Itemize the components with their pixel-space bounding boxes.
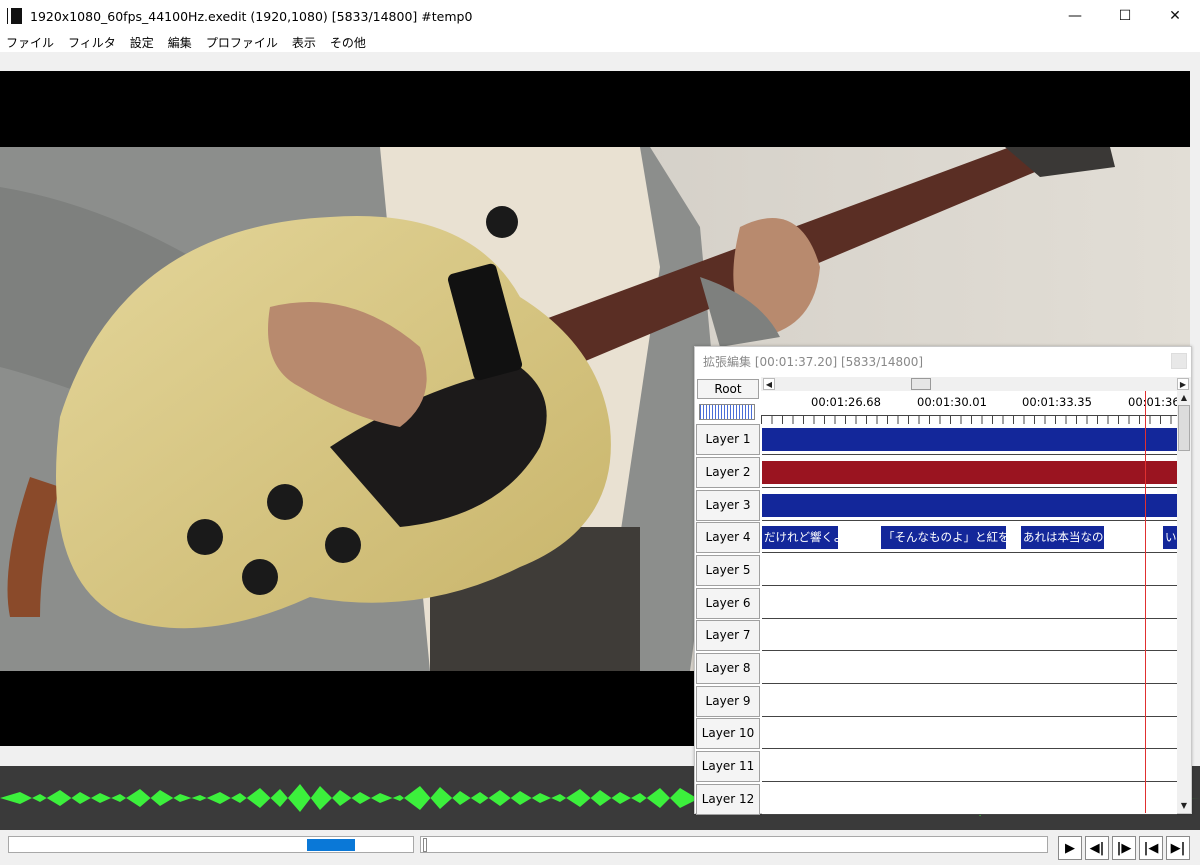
layer-9-button[interactable]: Layer 9 bbox=[696, 686, 760, 717]
layer-scroll-thumb[interactable] bbox=[1178, 405, 1190, 451]
layer-5-button[interactable]: Layer 5 bbox=[696, 555, 760, 586]
layer-6-track[interactable] bbox=[762, 588, 1177, 619]
menu-view[interactable]: 表示 bbox=[292, 34, 316, 51]
close-button[interactable]: ✕ bbox=[1150, 0, 1200, 32]
to-end-button[interactable]: ▶| bbox=[1166, 836, 1190, 860]
frame-seek-thumb[interactable] bbox=[423, 838, 427, 852]
layer-12-button[interactable]: Layer 12 bbox=[696, 784, 760, 815]
zoom-slider-thumb[interactable] bbox=[307, 839, 355, 851]
video-clip[interactable] bbox=[762, 428, 1177, 451]
layer-7-track[interactable] bbox=[762, 620, 1177, 651]
ruler-time-label: 00:01:36 bbox=[1128, 395, 1177, 409]
layer-3-track[interactable] bbox=[762, 490, 1177, 521]
video-clip[interactable] bbox=[762, 494, 1177, 517]
timeline-scroll-thumb[interactable] bbox=[911, 378, 931, 390]
timeline-horizontal-scrollbar[interactable]: ◀ ▶ bbox=[761, 377, 1191, 391]
text-clip[interactable]: だけれど響くよ bbox=[762, 526, 838, 549]
layer-5-track[interactable] bbox=[762, 555, 1177, 586]
layer-1-track[interactable] bbox=[762, 424, 1177, 455]
scroll-up-icon[interactable]: ▲ bbox=[1178, 392, 1190, 404]
ruler-ticks bbox=[761, 415, 1177, 424]
playhead-cursor[interactable] bbox=[1145, 391, 1146, 813]
menu-edit[interactable]: 編集 bbox=[168, 34, 192, 51]
layer-vertical-scrollbar[interactable]: ▲ ▼ bbox=[1177, 391, 1191, 813]
layer-2-track[interactable] bbox=[762, 457, 1177, 488]
ext-close-button[interactable] bbox=[1171, 353, 1187, 369]
time-ruler[interactable]: 00:01:26.68 00:01:30.01 00:01:33.35 00:0… bbox=[761, 391, 1177, 424]
text-clip[interactable]: 「そんなものよ」と紅を引い bbox=[881, 526, 1006, 549]
play-button[interactable]: ▶ bbox=[1058, 836, 1082, 860]
to-start-button[interactable]: |◀ bbox=[1139, 836, 1163, 860]
audio-clip[interactable] bbox=[762, 461, 1177, 484]
root-button[interactable]: Root bbox=[697, 379, 759, 399]
text-clip[interactable]: あれは本当なの bbox=[1021, 526, 1104, 549]
maximize-button[interactable]: ☐ bbox=[1100, 0, 1150, 32]
text-clip[interactable]: い bbox=[1163, 526, 1177, 549]
layer-11-button[interactable]: Layer 11 bbox=[696, 751, 760, 782]
scroll-right-icon[interactable]: ▶ bbox=[1177, 378, 1189, 390]
layer-9-track[interactable] bbox=[762, 686, 1177, 717]
layer-6-button[interactable]: Layer 6 bbox=[696, 588, 760, 619]
window-title: 1920x1080_60fps_44100Hz.exedit (1920,108… bbox=[30, 8, 473, 24]
ruler-time-label: 00:01:30.01 bbox=[917, 395, 987, 409]
extended-edit-window: 拡張編集 [00:01:37.20] [5833/14800] Root ◀ ▶… bbox=[694, 346, 1192, 815]
waveform-toggle-icon[interactable] bbox=[699, 404, 755, 420]
minimize-button[interactable]: — bbox=[1050, 0, 1100, 32]
layer-8-track[interactable] bbox=[762, 653, 1177, 684]
layer-2-button[interactable]: Layer 2 bbox=[696, 457, 760, 488]
layer-7-button[interactable]: Layer 7 bbox=[696, 620, 760, 651]
layer-12-track[interactable] bbox=[762, 784, 1177, 815]
playback-controls: ▶ ◀| |▶ |◀ ▶| bbox=[1058, 836, 1193, 860]
scroll-left-icon[interactable]: ◀ bbox=[763, 378, 775, 390]
menu-bar: ファイル フィルタ 設定 編集 プロファイル 表示 その他 bbox=[0, 32, 1200, 52]
layer-4-track[interactable]: だけれど響くよ 「そんなものよ」と紅を引い あれは本当なの い bbox=[762, 522, 1177, 553]
layer-3-button[interactable]: Layer 3 bbox=[696, 490, 760, 521]
title-bar: 1920x1080_60fps_44100Hz.exedit (1920,108… bbox=[0, 0, 1200, 32]
layer-11-track[interactable] bbox=[762, 751, 1177, 782]
layer-1-button[interactable]: Layer 1 bbox=[696, 424, 760, 455]
menu-settings[interactable]: 設定 bbox=[130, 34, 154, 51]
menu-profile[interactable]: プロファイル bbox=[206, 34, 278, 51]
menu-other[interactable]: その他 bbox=[330, 34, 366, 51]
frame-seek-bar[interactable] bbox=[420, 836, 1048, 853]
ruler-time-label: 00:01:33.35 bbox=[1022, 395, 1092, 409]
scroll-down-icon[interactable]: ▼ bbox=[1178, 800, 1190, 812]
aviutl-main-window: 1920x1080_60fps_44100Hz.exedit (1920,108… bbox=[0, 0, 1200, 865]
layer-4-button[interactable]: Layer 4 bbox=[696, 522, 760, 553]
zoom-slider[interactable] bbox=[8, 836, 414, 853]
menu-file[interactable]: ファイル bbox=[6, 34, 54, 51]
prev-frame-button[interactable]: ◀| bbox=[1085, 836, 1109, 860]
next-frame-button[interactable]: |▶ bbox=[1112, 836, 1136, 860]
ext-edit-title: 拡張編集 [00:01:37.20] [5833/14800] bbox=[695, 347, 1191, 375]
window-controls: — ☐ ✕ bbox=[1050, 0, 1200, 32]
layer-8-button[interactable]: Layer 8 bbox=[696, 653, 760, 684]
bottom-control-bar: ▶ ◀| |▶ |◀ ▶| bbox=[0, 830, 1200, 865]
app-icon bbox=[8, 8, 22, 24]
layer-10-button[interactable]: Layer 10 bbox=[696, 718, 760, 749]
menu-filter[interactable]: フィルタ bbox=[68, 34, 116, 51]
ruler-time-label: 00:01:26.68 bbox=[811, 395, 881, 409]
layer-10-track[interactable] bbox=[762, 718, 1177, 749]
